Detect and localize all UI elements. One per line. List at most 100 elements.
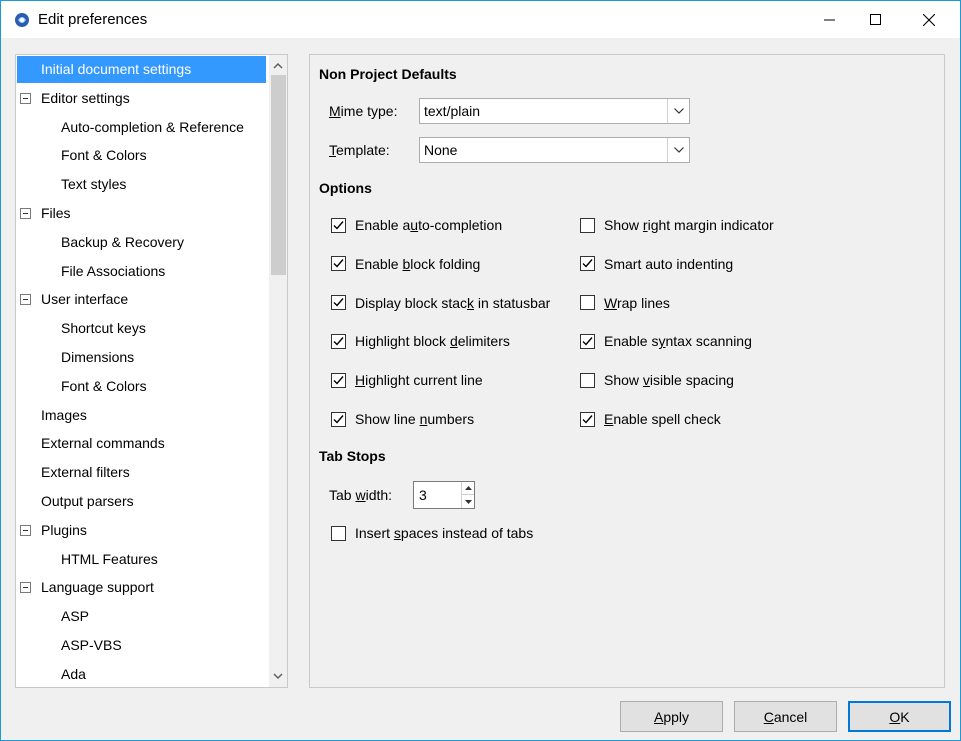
tree-item-label: Plugins xyxy=(41,521,87,538)
tree-item-label: ASP xyxy=(61,608,90,625)
option-checkbox[interactable]: Highlight current line xyxy=(331,369,483,391)
option-label: Wrap lines xyxy=(604,294,670,311)
tree-item[interactable]: External commands xyxy=(16,430,268,457)
tree-item[interactable]: HTML Features xyxy=(16,546,268,573)
collapse-icon[interactable] xyxy=(20,92,31,104)
collapse-icon[interactable] xyxy=(20,208,31,219)
cancel-button[interactable]: Cancel xyxy=(734,701,837,732)
tree-item[interactable]: Backup & Recovery xyxy=(16,229,268,256)
tree-item[interactable]: Font & Colors xyxy=(16,373,268,400)
option-checkbox[interactable]: Enable syntax scanning xyxy=(580,330,752,352)
checkbox-box[interactable] xyxy=(331,256,346,272)
collapse-icon[interactable] xyxy=(20,582,31,594)
tree-item[interactable]: Dimensions xyxy=(16,344,268,371)
checkmark-icon xyxy=(333,414,344,424)
tree-item[interactable]: File Associations xyxy=(16,258,268,285)
tree-item-label: Font & Colors xyxy=(61,147,147,164)
tree-item-label: Editor settings xyxy=(41,89,130,106)
tree-item[interactable]: Images xyxy=(16,402,268,429)
checkbox-box[interactable] xyxy=(580,217,595,233)
collapse-icon[interactable] xyxy=(20,524,31,536)
close-button[interactable] xyxy=(906,1,952,38)
template-select[interactable]: None xyxy=(419,137,690,163)
scroll-down-icon[interactable] xyxy=(273,671,283,681)
insert-spaces-label: Insert spaces instead of tabs xyxy=(355,525,534,541)
tree-scrollbar[interactable] xyxy=(269,55,287,687)
tree-item[interactable]: Auto-completion & Reference xyxy=(16,114,268,141)
checkbox-box[interactable] xyxy=(580,256,595,272)
insert-spaces-checkbox[interactable]: Insert spaces instead of tabs xyxy=(331,522,533,544)
mime-type-select[interactable]: text/plain xyxy=(419,98,690,124)
checkbox-box[interactable] xyxy=(580,372,595,388)
title-bar[interactable]: Edit preferences xyxy=(1,1,960,38)
option-checkbox[interactable]: Show visible spacing xyxy=(580,369,734,391)
chevron-down-icon[interactable] xyxy=(667,99,689,123)
option-label: Smart auto indenting xyxy=(604,255,734,272)
tree-item[interactable]: Language support xyxy=(16,574,268,601)
checkbox-box[interactable] xyxy=(331,217,346,233)
option-checkbox[interactable]: Enable spell check xyxy=(580,408,721,430)
checkbox-box[interactable] xyxy=(580,411,595,427)
stepper-up-icon[interactable] xyxy=(461,482,474,495)
tree-item[interactable]: Output parsers xyxy=(16,488,268,515)
tree-item-label: HTML Features xyxy=(61,550,158,567)
tree-item-label: Backup & Recovery xyxy=(61,233,184,250)
minimize-button[interactable] xyxy=(806,1,852,38)
tree-item[interactable]: ASP-VBS xyxy=(16,632,268,659)
option-checkbox[interactable]: Display block stack in statusbar xyxy=(331,292,550,314)
tree-item-label: Font & Colors xyxy=(61,377,147,394)
tree-item[interactable]: Plugins xyxy=(16,517,268,544)
option-label: Enable syntax scanning xyxy=(604,333,752,350)
tree-item[interactable]: Initial document settings xyxy=(16,56,268,83)
ok-button[interactable]: OK xyxy=(848,701,951,732)
option-label: Show right margin indicator xyxy=(604,217,774,233)
tab-width-stepper[interactable]: 3 xyxy=(413,481,475,509)
option-checkbox[interactable]: Show line numbers xyxy=(331,408,474,430)
option-label: Show line numbers xyxy=(355,411,475,427)
collapse-icon[interactable] xyxy=(20,294,31,306)
preferences-tree: Initial document settings Editor settings… xyxy=(15,54,288,688)
maximize-button[interactable] xyxy=(852,1,898,38)
tree-item[interactable]: Files xyxy=(16,200,268,227)
tab-width-value[interactable]: 3 xyxy=(419,487,427,503)
option-checkbox[interactable]: Highlight block delimiters xyxy=(331,330,510,352)
option-checkbox[interactable]: Enable auto-completion xyxy=(331,214,502,236)
option-checkbox[interactable]: Show right margin indicator xyxy=(580,214,774,236)
checkbox-box[interactable] xyxy=(580,333,595,349)
tree-item[interactable]: User interface xyxy=(16,286,268,313)
checkbox-box[interactable] xyxy=(331,333,346,349)
maximize-icon xyxy=(869,14,881,25)
apply-button[interactable]: Apply xyxy=(620,701,723,732)
checkbox-box[interactable] xyxy=(331,295,346,311)
chevron-down-icon[interactable] xyxy=(667,138,689,162)
checkmark-icon xyxy=(333,375,344,385)
tree-item[interactable]: ASP xyxy=(16,603,268,630)
checkbox-box[interactable] xyxy=(331,372,346,388)
tab-width-label: Tab width: xyxy=(329,487,393,503)
app-icon xyxy=(13,11,31,29)
tree-item[interactable]: Shortcut keys xyxy=(16,315,268,342)
tree-item[interactable]: Editor settings xyxy=(16,85,268,112)
minimize-icon xyxy=(823,19,835,21)
tree-item[interactable]: Text styles xyxy=(16,171,268,198)
option-label: Show visible spacing xyxy=(604,372,734,389)
option-checkbox[interactable]: Smart auto indenting xyxy=(580,253,733,275)
tree-item-label: Initial document settings xyxy=(17,56,266,83)
window-title: Edit preferences xyxy=(38,11,148,28)
tree-item-label: Images xyxy=(41,406,87,423)
tree-item-label: External commands xyxy=(41,435,165,452)
checkbox-box[interactable] xyxy=(331,411,346,427)
mime-type-label: Mime type: xyxy=(329,103,398,119)
checkbox-box[interactable] xyxy=(331,525,346,541)
scroll-thumb[interactable] xyxy=(271,75,286,275)
option-checkbox[interactable]: Enable block folding xyxy=(331,253,480,275)
tree-item[interactable]: External filters xyxy=(16,459,268,486)
tree-item[interactable]: Ada xyxy=(16,661,268,687)
scroll-up-icon[interactable] xyxy=(273,61,283,71)
checkmark-icon xyxy=(333,259,344,268)
stepper-down-icon[interactable] xyxy=(461,495,474,508)
option-checkbox[interactable]: Wrap lines xyxy=(580,292,670,314)
tree-item-label: Text styles xyxy=(61,176,127,193)
checkbox-box[interactable] xyxy=(580,295,595,311)
tree-item[interactable]: Font & Colors xyxy=(16,142,268,169)
